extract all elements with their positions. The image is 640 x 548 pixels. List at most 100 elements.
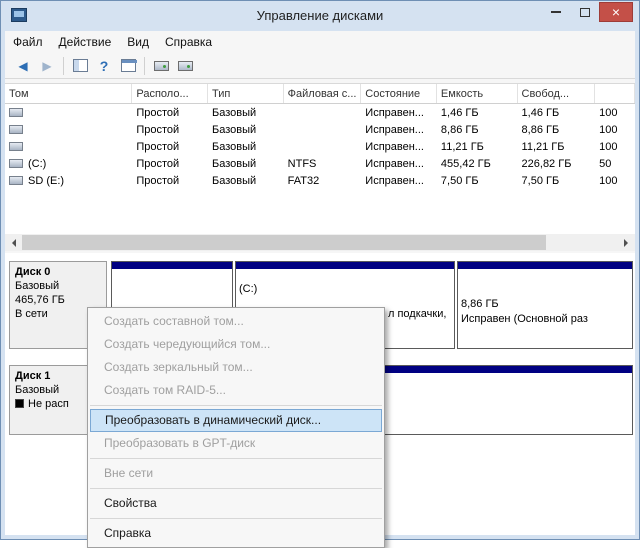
partition-status-fragment: л подкачки, — [388, 308, 446, 320]
help-button[interactable]: ? — [92, 55, 116, 77]
cell-filesystem — [284, 104, 362, 121]
back-button[interactable]: ◀ — [11, 55, 35, 77]
menu-item-create-mirrored-volume: Создать зеркальный том... — [88, 356, 384, 379]
cell-status: Исправен... — [361, 172, 437, 189]
menu-separator — [90, 405, 382, 406]
volume-icon — [9, 125, 23, 134]
column-layout[interactable]: Располо... — [132, 84, 208, 103]
menu-item-properties[interactable]: Свойства — [88, 492, 384, 515]
disk1-legend-label: Не расп — [28, 398, 69, 410]
cell-pct-free: 50 — [595, 155, 635, 172]
cell-status: Исправен... — [361, 104, 437, 121]
scrollbar-thumb[interactable] — [22, 235, 546, 250]
column-status[interactable]: Состояние — [361, 84, 437, 103]
column-volume[interactable]: Том — [5, 84, 132, 103]
cell-status: Исправен... — [361, 155, 437, 172]
cell-filesystem — [284, 121, 362, 138]
menu-file[interactable]: Файл — [5, 31, 51, 53]
cell-volume — [5, 121, 132, 138]
cell-free: 11,21 ГБ — [518, 138, 596, 155]
menu-separator — [90, 488, 382, 489]
scroll-left-button[interactable] — [5, 234, 22, 251]
cell-type: Базовый — [208, 172, 284, 189]
refresh-button[interactable] — [149, 55, 173, 77]
export-list-icon — [121, 59, 136, 72]
column-pct-free[interactable] — [595, 84, 635, 103]
minimize-button[interactable] — [541, 2, 570, 22]
cell-layout: Простой — [132, 121, 208, 138]
disk1-type: Базовый — [15, 384, 59, 396]
menu-item-convert-to-dynamic-disk[interactable]: Преобразовать в динамический диск... — [90, 409, 382, 432]
console-tree-button[interactable] — [68, 55, 92, 77]
scroll-right-button[interactable] — [618, 234, 635, 251]
menu-item-convert-to-gpt-disk: Преобразовать в GPT-диск — [88, 432, 384, 455]
column-capacity[interactable]: Емкость — [437, 84, 518, 103]
menu-item-create-striped-volume: Создать чередующийся том... — [88, 333, 384, 356]
menu-item-help[interactable]: Справка — [88, 522, 384, 545]
cell-free: 7,50 ГБ — [518, 172, 596, 189]
cell-volume: (C:) — [5, 155, 132, 172]
unallocated-legend-icon — [15, 399, 24, 408]
volume-name: (C:) — [28, 158, 46, 170]
rescan-disks-icon — [178, 61, 193, 71]
partition-status: Исправен (Основной раз — [461, 313, 588, 325]
forward-icon: ▶ — [42, 59, 51, 73]
console-tree-icon — [73, 59, 88, 72]
disk1-legend: Не расп — [15, 398, 69, 410]
cell-pct-free: 100 — [595, 104, 635, 121]
disk0-status: В сети — [15, 308, 48, 320]
cell-pct-free: 100 — [595, 121, 635, 138]
toolbar: ◀ ▶ ? — [5, 53, 635, 79]
scroll-left-icon — [8, 239, 16, 247]
cell-pct-free: 100 — [595, 172, 635, 189]
cell-layout: Простой — [132, 172, 208, 189]
horizontal-scrollbar[interactable] — [5, 234, 635, 251]
cell-free: 8,86 ГБ — [518, 121, 596, 138]
partition-label: (C:) — [239, 283, 257, 295]
partition-strip — [458, 262, 632, 270]
maximize-button[interactable] — [570, 2, 599, 22]
cell-volume — [5, 104, 132, 121]
cell-capacity: 8,86 ГБ — [437, 121, 518, 138]
cell-type: Базовый — [208, 121, 284, 138]
rescan-disks-button[interactable] — [173, 55, 197, 77]
table-row[interactable]: Простой Базовый Исправен... 1,46 ГБ 1,46… — [5, 104, 635, 121]
export-list-button[interactable] — [116, 55, 140, 77]
menu-action[interactable]: Действие — [51, 31, 120, 53]
cell-status: Исправен... — [361, 121, 437, 138]
table-row[interactable]: Простой Базовый Исправен... 8,86 ГБ 8,86… — [5, 121, 635, 138]
column-type[interactable]: Тип — [208, 84, 284, 103]
column-filesystem[interactable]: Файловая с... — [284, 84, 362, 103]
cell-layout: Простой — [132, 104, 208, 121]
titlebar[interactable]: Управление дисками × — [1, 1, 639, 31]
cell-capacity: 7,50 ГБ — [437, 172, 518, 189]
cell-type: Базовый — [208, 138, 284, 155]
forward-button[interactable]: ▶ — [35, 55, 59, 77]
column-free[interactable]: Свобод... — [518, 84, 596, 103]
cell-volume: SD (E:) — [5, 172, 132, 189]
cell-volume — [5, 138, 132, 155]
cell-type: Базовый — [208, 104, 284, 121]
cell-layout: Простой — [132, 155, 208, 172]
close-button[interactable]: × — [599, 2, 633, 22]
partition-size: 8,86 ГБ — [461, 298, 499, 310]
disk-management-window: Управление дисками × Файл Действие Вид С… — [0, 0, 640, 540]
menu-separator — [90, 458, 382, 459]
cell-layout: Простой — [132, 138, 208, 155]
volume-icon — [9, 108, 23, 117]
window-controls: × — [541, 2, 633, 22]
menu-help[interactable]: Справка — [157, 31, 220, 53]
table-row[interactable]: Простой Базовый Исправен... 11,21 ГБ 11,… — [5, 138, 635, 155]
maximize-icon — [580, 8, 590, 17]
menu-item-offline: Вне сети — [88, 462, 384, 485]
menu-view[interactable]: Вид — [119, 31, 157, 53]
partition-strip — [112, 262, 232, 270]
disk0-size: 465,76 ГБ — [15, 294, 65, 306]
disk0-partition-3[interactable]: 8,86 ГБ Исправен (Основной раз — [457, 261, 633, 349]
help-icon: ? — [100, 58, 109, 74]
toolbar-separator — [63, 57, 64, 75]
table-row[interactable]: (C:) Простой Базовый NTFS Исправен... 45… — [5, 155, 635, 172]
table-row[interactable]: SD (E:) Простой Базовый FAT32 Исправен..… — [5, 172, 635, 189]
context-menu: Создать составной том... Создать чередую… — [87, 307, 385, 548]
volume-list: Том Располо... Тип Файловая с... Состоян… — [5, 83, 635, 234]
